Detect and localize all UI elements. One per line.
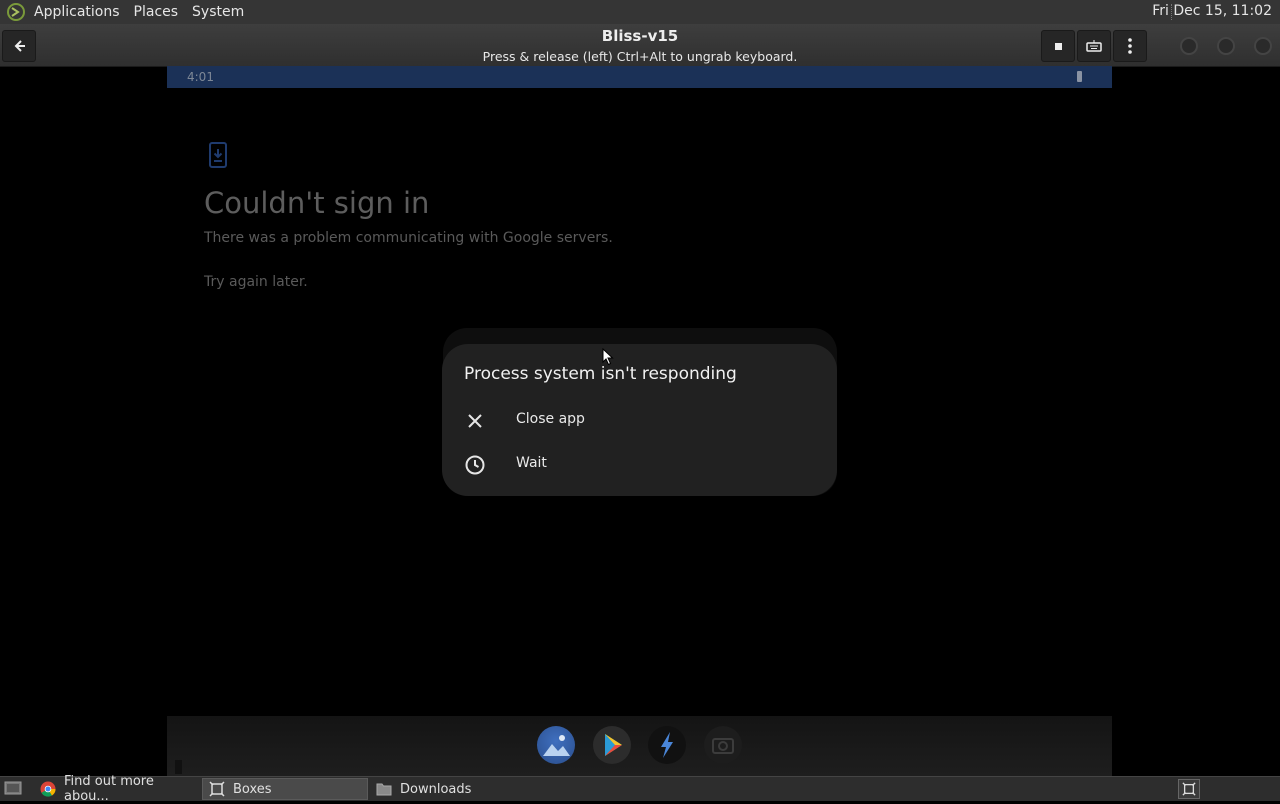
nav-indicator [175, 760, 182, 774]
android-status-bar: 4:01 [167, 66, 1112, 88]
menu-applications[interactable]: Applications [27, 4, 127, 20]
top-panel: Applications Places System Fri Dec 15, 1… [0, 0, 1280, 24]
wait-label: Wait [516, 455, 547, 471]
signin-retry-text: Try again later. [204, 274, 308, 290]
gallery-icon[interactable] [537, 726, 575, 764]
anr-dialog: Process system isn't responding Close ap… [442, 344, 837, 496]
distro-logo-icon[interactable] [5, 1, 27, 23]
battery-icon [1077, 71, 1082, 82]
taskbar-item-label: Downloads [400, 781, 472, 797]
tray-boxes-icon[interactable] [1178, 779, 1200, 799]
close-window-button[interactable] [1254, 37, 1272, 55]
android-dock [167, 716, 1112, 776]
camera-icon[interactable] [704, 726, 742, 764]
close-icon [468, 414, 482, 428]
stop-icon [1054, 42, 1062, 50]
taskbar-item-chrome[interactable]: Find out more abou... [34, 774, 202, 804]
menu-places[interactable]: Places [127, 4, 186, 20]
bottom-taskbar: Find out more abou... Boxes Downloads [0, 774, 1280, 804]
taskbar-item-label: Boxes [233, 781, 272, 797]
stop-button[interactable] [1041, 30, 1075, 62]
status-time: 4:01 [187, 70, 214, 84]
menu-system[interactable]: System [185, 4, 251, 20]
phone-download-icon [209, 142, 227, 168]
play-store-icon[interactable] [593, 726, 631, 764]
show-desktop-icon[interactable] [4, 780, 22, 796]
boxes-header-bar: Bliss-v15 Press & release (left) Ctrl+Al… [0, 24, 1280, 67]
mouse-cursor-icon [602, 348, 614, 366]
close-app-label: Close app [516, 411, 585, 427]
wait-option[interactable]: Wait [442, 444, 837, 484]
kebab-menu-icon [1128, 38, 1132, 54]
vm-display[interactable]: 4:01 Couldn't sign in There was a proble… [167, 66, 1112, 776]
folder-icon [376, 781, 392, 797]
clock-icon [465, 455, 485, 475]
chrome-icon [40, 781, 56, 797]
keyboard-button[interactable] [1077, 30, 1111, 62]
boxes-icon [209, 781, 225, 797]
bolt-app-icon[interactable] [648, 726, 686, 764]
keyboard-icon [1086, 40, 1102, 52]
signin-error-description: There was a problem communicating with G… [204, 230, 613, 246]
menu-button[interactable] [1113, 30, 1147, 62]
taskbar-item-boxes[interactable]: Boxes [202, 778, 368, 800]
maximize-button[interactable] [1217, 37, 1235, 55]
close-app-option[interactable]: Close app [442, 400, 837, 440]
dialog-title: Process system isn't responding [464, 364, 737, 384]
taskbar-item-downloads[interactable]: Downloads [370, 778, 536, 800]
minimize-button[interactable] [1180, 37, 1198, 55]
clock[interactable]: Fri Dec 15, 11:02 [1152, 3, 1272, 19]
signin-error-title: Couldn't sign in [204, 186, 430, 220]
